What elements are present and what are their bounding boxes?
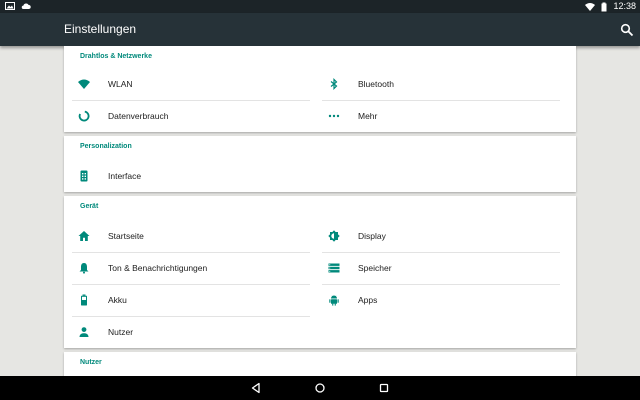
section-title: Personalization bbox=[80, 143, 132, 150]
setting-label: Speicher bbox=[358, 263, 392, 273]
setting-data-usage[interactable]: Datenverbrauch bbox=[72, 100, 310, 132]
setting-more[interactable]: Mehr bbox=[322, 100, 560, 132]
section-device: Gerät Startseite Display Ton & Benachric… bbox=[64, 196, 576, 348]
bluetooth-icon bbox=[330, 78, 338, 90]
setting-label: Bluetooth bbox=[358, 79, 394, 89]
setting-label: Akku bbox=[108, 295, 127, 305]
person-icon bbox=[79, 327, 89, 337]
settings-list[interactable]: Drahtlos & Netzwerke WLAN Bluetooth Date… bbox=[0, 46, 640, 376]
setting-label: Apps bbox=[358, 295, 378, 305]
setting-bluetooth[interactable]: Bluetooth bbox=[322, 68, 560, 100]
recents-icon[interactable] bbox=[378, 382, 390, 394]
setting-label: Datenverbrauch bbox=[108, 111, 169, 121]
bell-icon bbox=[79, 263, 89, 274]
battery-icon bbox=[81, 294, 87, 306]
status-bar-notifications bbox=[5, 1, 31, 11]
wifi-icon bbox=[585, 2, 596, 11]
section-title: Nutzer bbox=[80, 359, 102, 366]
navigation-bar bbox=[0, 376, 640, 400]
setting-label: Interface bbox=[108, 171, 142, 181]
setting-display[interactable]: Display bbox=[322, 220, 560, 252]
section-title: Drahtlos & Netzwerke bbox=[80, 53, 152, 60]
setting-label: Ton & Benachrichtigungen bbox=[108, 263, 208, 273]
setting-users[interactable]: Nutzer bbox=[72, 316, 310, 348]
setting-label: Mehr bbox=[358, 111, 378, 121]
cloud-icon bbox=[21, 3, 31, 10]
app-bar: Einstellungen bbox=[0, 13, 640, 46]
storage-icon bbox=[328, 263, 340, 273]
section-users: Nutzer bbox=[64, 352, 576, 376]
data-usage-icon bbox=[78, 110, 90, 122]
setting-label: WLAN bbox=[108, 79, 133, 89]
status-bar-system: 12:38 bbox=[585, 0, 636, 13]
back-icon[interactable] bbox=[250, 382, 262, 394]
page-title: Einstellungen bbox=[64, 22, 137, 36]
setting-apps[interactable]: Apps bbox=[322, 284, 560, 316]
setting-label: Display bbox=[358, 231, 386, 241]
battery-icon bbox=[601, 2, 607, 11]
brightness-icon bbox=[328, 230, 340, 242]
setting-wlan[interactable]: WLAN bbox=[72, 68, 310, 100]
search-icon[interactable] bbox=[620, 23, 634, 37]
home-icon bbox=[78, 231, 90, 241]
section-personalization: Personalization Interface bbox=[64, 136, 576, 192]
setting-battery[interactable]: Akku bbox=[72, 284, 310, 316]
android-icon bbox=[329, 295, 339, 306]
image-icon bbox=[5, 2, 15, 10]
interface-icon bbox=[80, 170, 88, 182]
section-title: Gerät bbox=[80, 203, 99, 210]
section-wireless-networks: Drahtlos & Netzwerke WLAN Bluetooth Date… bbox=[64, 46, 576, 132]
setting-sound-notifications[interactable]: Ton & Benachrichtigungen bbox=[72, 252, 310, 284]
home-circle-icon[interactable] bbox=[314, 382, 326, 394]
setting-storage[interactable]: Speicher bbox=[322, 252, 560, 284]
setting-interface[interactable]: Interface bbox=[72, 160, 310, 192]
status-bar: 12:38 bbox=[0, 0, 640, 13]
setting-startseite[interactable]: Startseite bbox=[72, 220, 310, 252]
setting-label: Nutzer bbox=[108, 327, 134, 337]
setting-label: Startseite bbox=[108, 231, 144, 241]
status-time: 12:38 bbox=[613, 1, 636, 11]
wifi-icon bbox=[78, 79, 90, 89]
more-dots-icon bbox=[328, 114, 340, 118]
